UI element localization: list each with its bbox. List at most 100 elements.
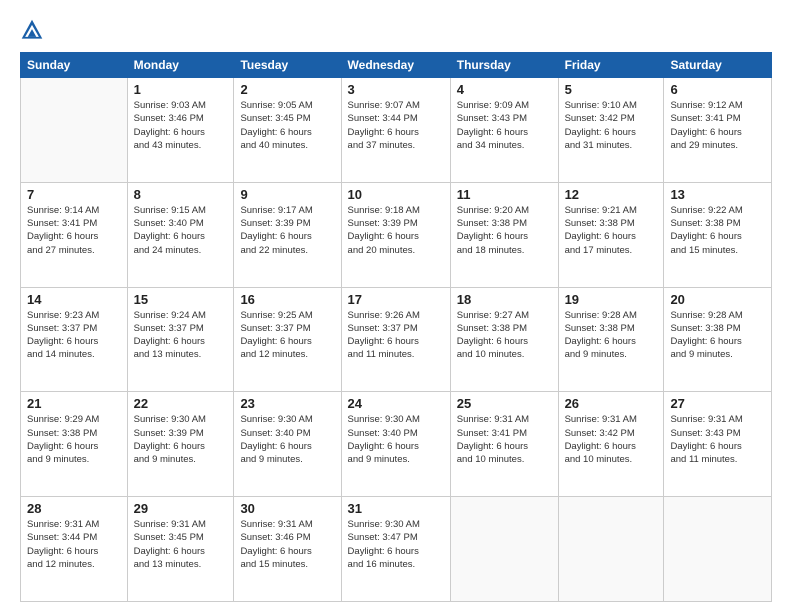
day-number: 8 [134, 187, 228, 202]
day-number: 22 [134, 396, 228, 411]
calendar-day-cell: 22 Sunrise: 9:30 AMSunset: 3:39 PMDayligh… [127, 392, 234, 497]
logo-icon [20, 18, 44, 42]
day-info: Sunrise: 9:07 AMSunset: 3:44 PMDaylight:… [348, 99, 444, 152]
calendar-table: SundayMondayTuesdayWednesdayThursdayFrid… [20, 52, 772, 602]
calendar-day-cell: 29 Sunrise: 9:31 AMSunset: 3:45 PMDayligh… [127, 497, 234, 602]
day-info: Sunrise: 9:30 AMSunset: 3:47 PMDaylight:… [348, 518, 444, 571]
day-info: Sunrise: 9:18 AMSunset: 3:39 PMDaylight:… [348, 204, 444, 257]
calendar-header-cell: Monday [127, 53, 234, 78]
day-info: Sunrise: 9:30 AMSunset: 3:40 PMDaylight:… [240, 413, 334, 466]
calendar-header-row: SundayMondayTuesdayWednesdayThursdayFrid… [21, 53, 772, 78]
day-info: Sunrise: 9:24 AMSunset: 3:37 PMDaylight:… [134, 309, 228, 362]
day-number: 13 [670, 187, 765, 202]
calendar-day-cell: 1 Sunrise: 9:03 AMSunset: 3:46 PMDaylight… [127, 78, 234, 183]
calendar-header-cell: Saturday [664, 53, 772, 78]
calendar-day-cell: 31 Sunrise: 9:30 AMSunset: 3:47 PMDayligh… [341, 497, 450, 602]
calendar-day-cell [558, 497, 664, 602]
day-info: Sunrise: 9:31 AMSunset: 3:41 PMDaylight:… [457, 413, 552, 466]
day-number: 15 [134, 292, 228, 307]
page: SundayMondayTuesdayWednesdayThursdayFrid… [0, 0, 792, 612]
day-number: 9 [240, 187, 334, 202]
calendar-day-cell: 12 Sunrise: 9:21 AMSunset: 3:38 PMDayligh… [558, 182, 664, 287]
day-number: 12 [565, 187, 658, 202]
day-info: Sunrise: 9:20 AMSunset: 3:38 PMDaylight:… [457, 204, 552, 257]
day-info: Sunrise: 9:30 AMSunset: 3:39 PMDaylight:… [134, 413, 228, 466]
day-number: 1 [134, 82, 228, 97]
calendar-day-cell: 28 Sunrise: 9:31 AMSunset: 3:44 PMDayligh… [21, 497, 128, 602]
day-number: 11 [457, 187, 552, 202]
day-info: Sunrise: 9:30 AMSunset: 3:40 PMDaylight:… [348, 413, 444, 466]
day-info: Sunrise: 9:28 AMSunset: 3:38 PMDaylight:… [670, 309, 765, 362]
calendar-day-cell: 8 Sunrise: 9:15 AMSunset: 3:40 PMDaylight… [127, 182, 234, 287]
day-number: 4 [457, 82, 552, 97]
calendar-body: 1 Sunrise: 9:03 AMSunset: 3:46 PMDaylight… [21, 78, 772, 602]
calendar-day-cell: 14Sunrise: 9:23 AMSunset: 3:37 PMDayligh… [21, 287, 128, 392]
calendar-day-cell: 25Sunrise: 9:31 AMSunset: 3:41 PMDayligh… [450, 392, 558, 497]
day-number: 14 [27, 292, 121, 307]
calendar-week-row: 28 Sunrise: 9:31 AMSunset: 3:44 PMDayligh… [21, 497, 772, 602]
day-info: Sunrise: 9:03 AMSunset: 3:46 PMDaylight:… [134, 99, 228, 152]
calendar-day-cell: 4 Sunrise: 9:09 AMSunset: 3:43 PMDaylight… [450, 78, 558, 183]
day-info: Sunrise: 9:12 AMSunset: 3:41 PMDaylight:… [670, 99, 765, 152]
day-info: Sunrise: 9:31 AMSunset: 3:45 PMDaylight:… [134, 518, 228, 571]
day-number: 27 [670, 396, 765, 411]
calendar-week-row: 21 Sunrise: 9:29 AMSunset: 3:38 PMDayligh… [21, 392, 772, 497]
calendar-day-cell: 2 Sunrise: 9:05 AMSunset: 3:45 PMDaylight… [234, 78, 341, 183]
day-number: 23 [240, 396, 334, 411]
day-info: Sunrise: 9:31 AMSunset: 3:43 PMDaylight:… [670, 413, 765, 466]
day-number: 24 [348, 396, 444, 411]
day-number: 6 [670, 82, 765, 97]
calendar-day-cell: 20 Sunrise: 9:28 AMSunset: 3:38 PMDayligh… [664, 287, 772, 392]
day-number: 19 [565, 292, 658, 307]
day-info: Sunrise: 9:31 AMSunset: 3:46 PMDaylight:… [240, 518, 334, 571]
calendar-day-cell: 23 Sunrise: 9:30 AMSunset: 3:40 PMDayligh… [234, 392, 341, 497]
calendar-day-cell: 26Sunrise: 9:31 AMSunset: 3:42 PMDayligh… [558, 392, 664, 497]
day-number: 17 [348, 292, 444, 307]
calendar-day-cell: 9 Sunrise: 9:17 AMSunset: 3:39 PMDaylight… [234, 182, 341, 287]
day-info: Sunrise: 9:26 AMSunset: 3:37 PMDaylight:… [348, 309, 444, 362]
calendar-day-cell: 30 Sunrise: 9:31 AMSunset: 3:46 PMDayligh… [234, 497, 341, 602]
day-number: 31 [348, 501, 444, 516]
day-info: Sunrise: 9:17 AMSunset: 3:39 PMDaylight:… [240, 204, 334, 257]
day-info: Sunrise: 9:27 AMSunset: 3:38 PMDaylight:… [457, 309, 552, 362]
day-number: 2 [240, 82, 334, 97]
day-info: Sunrise: 9:25 AMSunset: 3:37 PMDaylight:… [240, 309, 334, 362]
day-number: 16 [240, 292, 334, 307]
header [20, 18, 772, 42]
calendar-week-row: 14Sunrise: 9:23 AMSunset: 3:37 PMDayligh… [21, 287, 772, 392]
day-number: 29 [134, 501, 228, 516]
calendar-header-cell: Thursday [450, 53, 558, 78]
calendar-day-cell: 18Sunrise: 9:27 AMSunset: 3:38 PMDayligh… [450, 287, 558, 392]
calendar-day-cell: 10 Sunrise: 9:18 AMSunset: 3:39 PMDayligh… [341, 182, 450, 287]
calendar-week-row: 7Sunrise: 9:14 AMSunset: 3:41 PMDaylight… [21, 182, 772, 287]
calendar-day-cell: 21 Sunrise: 9:29 AMSunset: 3:38 PMDayligh… [21, 392, 128, 497]
day-info: Sunrise: 9:10 AMSunset: 3:42 PMDaylight:… [565, 99, 658, 152]
day-info: Sunrise: 9:21 AMSunset: 3:38 PMDaylight:… [565, 204, 658, 257]
day-number: 21 [27, 396, 121, 411]
calendar-day-cell: 27 Sunrise: 9:31 AMSunset: 3:43 PMDayligh… [664, 392, 772, 497]
day-info: Sunrise: 9:31 AMSunset: 3:42 PMDaylight:… [565, 413, 658, 466]
day-number: 5 [565, 82, 658, 97]
day-info: Sunrise: 9:22 AMSunset: 3:38 PMDaylight:… [670, 204, 765, 257]
day-info: Sunrise: 9:15 AMSunset: 3:40 PMDaylight:… [134, 204, 228, 257]
day-info: Sunrise: 9:09 AMSunset: 3:43 PMDaylight:… [457, 99, 552, 152]
day-number: 28 [27, 501, 121, 516]
day-info: Sunrise: 9:29 AMSunset: 3:38 PMDaylight:… [27, 413, 121, 466]
calendar-header-cell: Tuesday [234, 53, 341, 78]
day-number: 20 [670, 292, 765, 307]
day-number: 3 [348, 82, 444, 97]
calendar-day-cell: 24 Sunrise: 9:30 AMSunset: 3:40 PMDayligh… [341, 392, 450, 497]
calendar-day-cell: 11 Sunrise: 9:20 AMSunset: 3:38 PMDayligh… [450, 182, 558, 287]
calendar-header-cell: Sunday [21, 53, 128, 78]
calendar-week-row: 1 Sunrise: 9:03 AMSunset: 3:46 PMDaylight… [21, 78, 772, 183]
calendar-day-cell: 6 Sunrise: 9:12 AMSunset: 3:41 PMDaylight… [664, 78, 772, 183]
day-number: 30 [240, 501, 334, 516]
day-info: Sunrise: 9:28 AMSunset: 3:38 PMDaylight:… [565, 309, 658, 362]
calendar-header-cell: Friday [558, 53, 664, 78]
calendar-day-cell [450, 497, 558, 602]
calendar-day-cell: 7Sunrise: 9:14 AMSunset: 3:41 PMDaylight… [21, 182, 128, 287]
day-info: Sunrise: 9:14 AMSunset: 3:41 PMDaylight:… [27, 204, 121, 257]
day-number: 10 [348, 187, 444, 202]
day-info: Sunrise: 9:05 AMSunset: 3:45 PMDaylight:… [240, 99, 334, 152]
day-info: Sunrise: 9:31 AMSunset: 3:44 PMDaylight:… [27, 518, 121, 571]
